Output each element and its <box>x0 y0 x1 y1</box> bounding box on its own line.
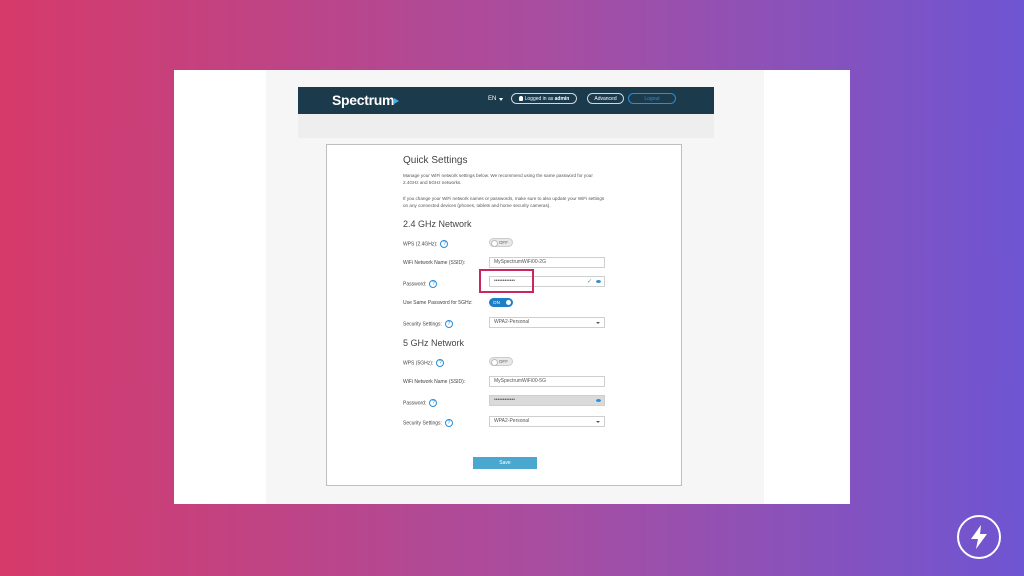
logged-in-badge[interactable]: Logged in as admin <box>511 93 577 104</box>
quick-settings-panel: Quick Settings Manage your WiFi network … <box>326 144 682 486</box>
security-5-label-text: Security Settings: <box>403 420 442 427</box>
password-5-input[interactable]: •••••••••••• <box>489 395 605 406</box>
intro-text: Manage your WiFi network settings below.… <box>403 173 593 185</box>
password-24-label-text: Password: <box>403 281 427 288</box>
wps-5-state: OFF <box>498 359 508 364</box>
ssid-24-label: WiFi Network Name (SSID): <box>403 260 466 266</box>
same-password-toggle[interactable]: ON <box>489 298 513 307</box>
security-24-value: WPA2-Personal <box>494 319 530 325</box>
help-icon[interactable]: ? <box>429 399 438 407</box>
page-title: Quick Settings <box>403 155 468 166</box>
wps-5-label: WPS (5GHz):? <box>403 359 445 367</box>
save-button[interactable]: Save <box>473 457 537 469</box>
spectrum-logo[interactable]: Spectrum <box>332 92 394 108</box>
lightning-bolt-icon <box>957 515 1001 559</box>
language-selector[interactable]: EN <box>488 96 496 102</box>
help-icon[interactable]: ? <box>444 419 453 427</box>
password-24-label: Password:? <box>403 280 438 288</box>
password-highlight-box <box>479 269 534 293</box>
chevron-down-icon[interactable] <box>499 98 503 101</box>
password-5-label-text: Password: <box>403 400 427 407</box>
help-icon[interactable]: ? <box>444 320 453 328</box>
security-24-label-text: Security Settings: <box>403 321 442 328</box>
logout-button[interactable]: Logout <box>628 93 676 104</box>
warning-text: If you change your WiFi network names or… <box>403 196 605 208</box>
eye-icon[interactable] <box>596 399 601 402</box>
wps-24-toggle[interactable]: OFF <box>489 238 513 247</box>
top-navigation-bar: Spectrum EN Logged in as admin Advanced … <box>298 87 714 114</box>
user-icon <box>518 96 523 102</box>
security-24-label: Security Settings:? <box>403 320 453 328</box>
security-5-value: WPA2-Personal <box>494 418 530 424</box>
logged-in-prefix: Logged in as <box>524 96 554 102</box>
chevron-down-icon <box>596 322 600 324</box>
section-heading-24ghz: 2.4 GHz Network <box>403 219 472 229</box>
password-5-value: •••••••••••• <box>494 397 516 403</box>
same-password-state: ON <box>493 300 500 305</box>
logo-arrow-icon <box>394 98 399 104</box>
bolt-glyph <box>971 525 987 549</box>
security-5-label: Security Settings:? <box>403 419 453 427</box>
ssid-5-input[interactable]: MySpectrumWiFi00-5G <box>489 376 605 387</box>
chevron-down-icon <box>596 421 600 423</box>
security-5-select[interactable]: WPA2-Personal <box>489 416 605 427</box>
ssid-24-input[interactable]: MySpectrumWiFi00-2G <box>489 257 605 268</box>
ssid-5-label: WiFi Network Name (SSID): <box>403 379 466 385</box>
eye-icon[interactable] <box>596 280 601 283</box>
help-icon[interactable]: ? <box>429 280 438 288</box>
sub-header-bar <box>298 114 714 138</box>
wps-24-state: OFF <box>498 240 508 245</box>
same-password-label: Use Same Password for 5GHz: <box>403 300 473 306</box>
help-icon[interactable]: ? <box>436 359 445 367</box>
advanced-button[interactable]: Advanced <box>587 93 624 104</box>
wps-5-label-text: WPS (5GHz): <box>403 360 434 367</box>
security-24-select[interactable]: WPA2-Personal <box>489 317 605 328</box>
wps-24-label-text: WPS (2.4GHz): <box>403 241 438 248</box>
wps-5-toggle[interactable]: OFF <box>489 357 513 366</box>
section-heading-5ghz: 5 GHz Network <box>403 338 465 348</box>
wps-24-label: WPS (2.4GHz):? <box>403 240 449 248</box>
logged-in-user: admin <box>554 96 570 102</box>
help-icon[interactable]: ? <box>440 240 449 248</box>
password-5-label: Password:? <box>403 399 438 407</box>
check-icon: ✓ <box>586 279 592 285</box>
toggle-knob <box>491 240 498 247</box>
toggle-knob <box>491 359 498 366</box>
toggle-knob <box>506 300 511 305</box>
